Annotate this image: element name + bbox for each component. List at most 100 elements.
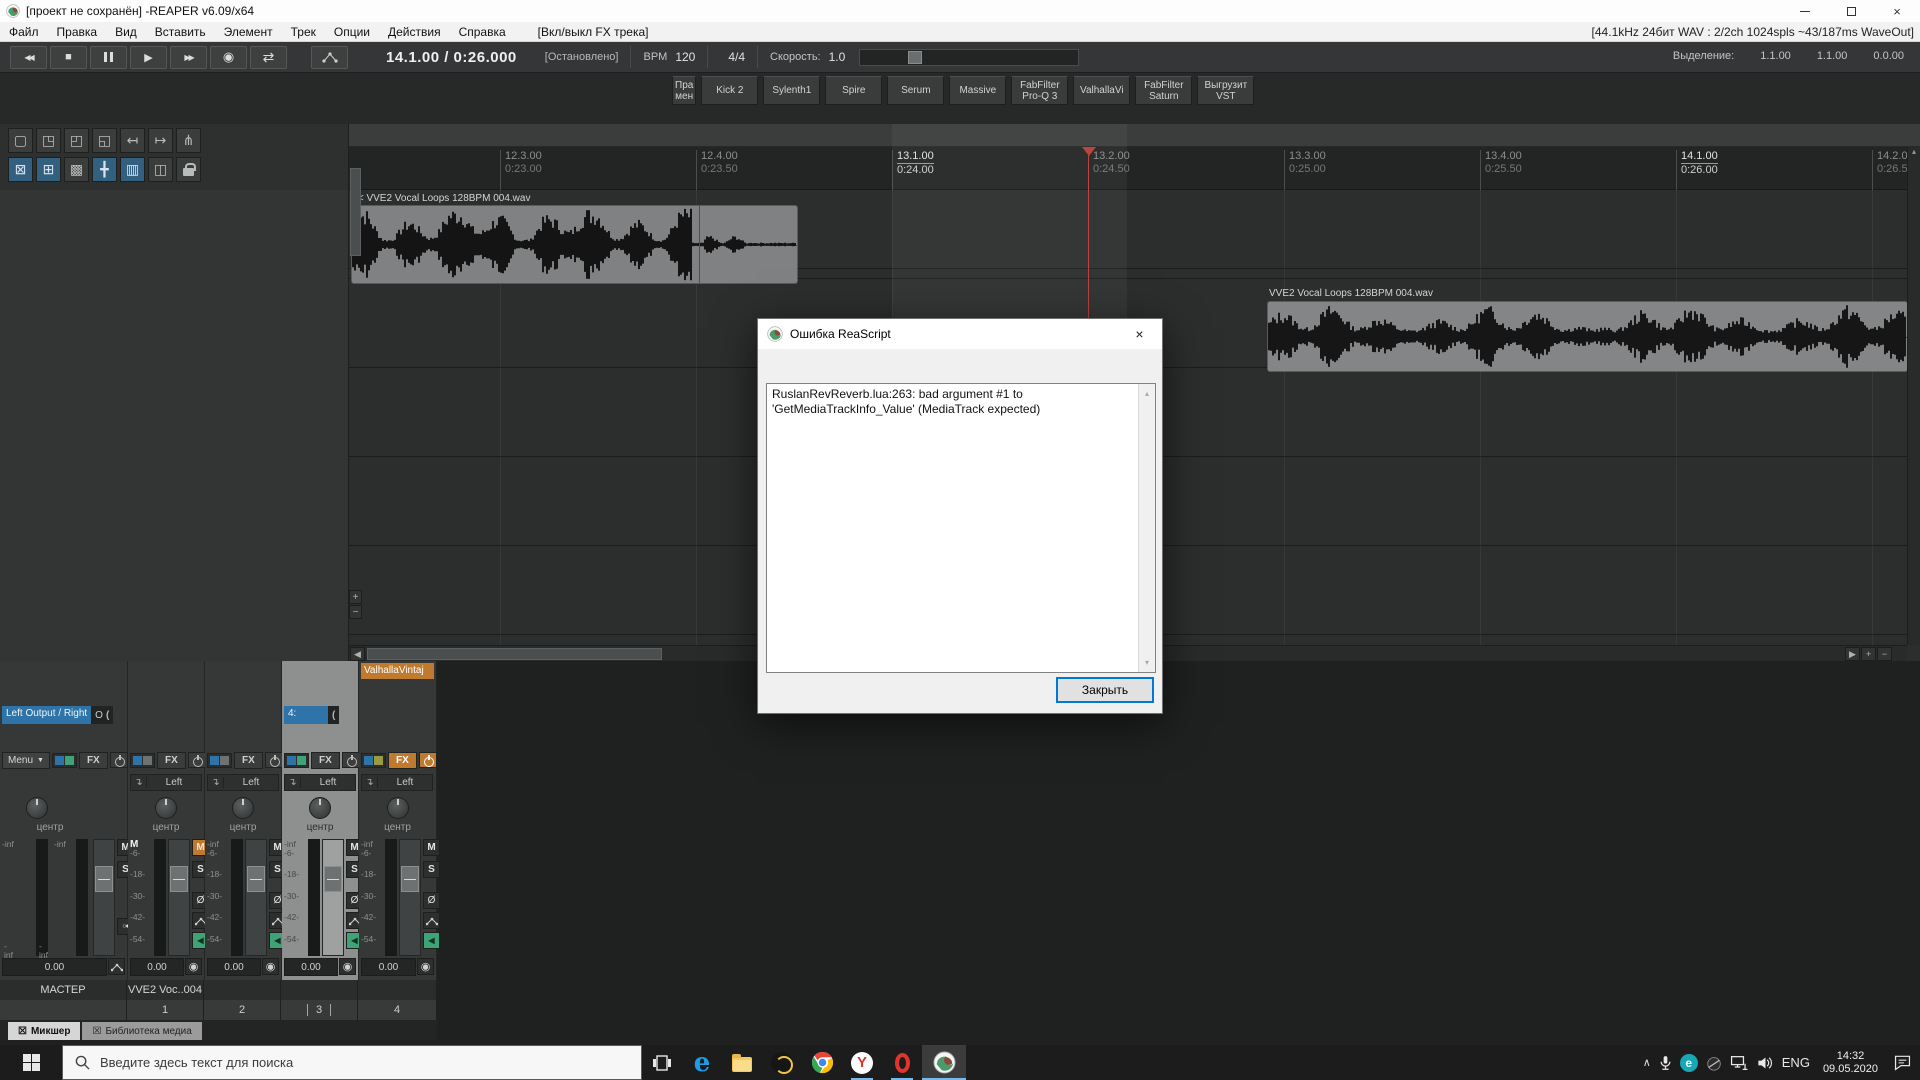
- bpm-value[interactable]: 120: [675, 50, 695, 64]
- taskbar-app-chrome[interactable]: [802, 1045, 842, 1080]
- scroll-up-icon[interactable]: ▴: [1912, 147, 1916, 156]
- toolbar-button-fabfilter-saturn[interactable]: FabFilterSaturn: [1135, 76, 1192, 105]
- menu-edit[interactable]: Правка: [48, 25, 107, 39]
- horizontal-scroll-thumb[interactable]: [367, 648, 662, 660]
- track-color-swatch[interactable]: [284, 753, 309, 768]
- time-signature[interactable]: 4/4: [728, 50, 745, 64]
- taskbar-app-aimp[interactable]: [762, 1045, 802, 1080]
- volume-fader[interactable]: [168, 839, 190, 956]
- master-volume-value[interactable]: 0.00: [2, 958, 107, 976]
- dialog-scrollbar[interactable]: ▴ ▾: [1138, 384, 1155, 672]
- fx-button[interactable]: FX: [157, 752, 186, 769]
- mixer-strip-4[interactable]: ValhallaVintaj FX ↴Left центр -inf-6--18…: [359, 661, 436, 980]
- dialog-close-button[interactable]: ×: [1117, 319, 1162, 349]
- pan-value[interactable]: центр: [205, 822, 281, 833]
- snap-icon[interactable]: ▥: [120, 157, 145, 182]
- maximize-button[interactable]: [1828, 0, 1874, 22]
- taskbar-app-file-explorer[interactable]: [722, 1045, 762, 1080]
- pan-knob[interactable]: [232, 797, 254, 819]
- record-arm-button[interactable]: ◉: [185, 958, 202, 975]
- scroll-left-button[interactable]: ◀: [350, 647, 365, 661]
- fx-power-icon[interactable]: [188, 752, 206, 768]
- taskbar-app-reaper[interactable]: [922, 1045, 966, 1080]
- timeline-ruler[interactable]: 12.3.000:23.00 12.4.000:23.50 13.1.000:2…: [349, 147, 1920, 190]
- fx-power-icon[interactable]: [265, 752, 283, 768]
- vertical-scrollbar[interactable]: ▴: [1907, 147, 1920, 645]
- send-route[interactable]: 4:: [284, 706, 328, 724]
- receive-left[interactable]: ↴Left: [361, 774, 433, 791]
- master-volume-fader[interactable]: [93, 839, 115, 956]
- crossfade-icon[interactable]: ⊠: [8, 157, 33, 182]
- pan-value[interactable]: центр: [359, 822, 436, 833]
- volume-value[interactable]: 0.00: [361, 958, 416, 976]
- rate-slider-thumb[interactable]: [908, 51, 922, 64]
- tab-mixer[interactable]: ☒Микшер: [8, 1022, 80, 1040]
- utility-icon[interactable]: [1705, 1054, 1723, 1072]
- pan-knob[interactable]: [155, 797, 177, 819]
- phase-button[interactable]: Ø: [423, 892, 440, 909]
- tray-expand-icon[interactable]: ∧: [1643, 1056, 1651, 1069]
- menu-help[interactable]: Справка: [450, 25, 515, 39]
- fader-thumb[interactable]: [170, 866, 188, 892]
- toolbar-button-kick2[interactable]: Kick 2: [701, 76, 758, 105]
- menu-fx-toggle[interactable]: [Вкл/выкл FX трека]: [529, 25, 658, 39]
- track-fx-label[interactable]: ValhallaVintaj: [361, 663, 434, 679]
- notifications-icon[interactable]: [1893, 1054, 1912, 1071]
- track-name[interactable]: [281, 980, 358, 1000]
- hzoom-out-button[interactable]: −: [1877, 647, 1892, 661]
- record-arm-button[interactable]: ◉: [417, 958, 434, 975]
- fx-button[interactable]: FX: [234, 752, 263, 769]
- media-item-1[interactable]: [351, 205, 798, 284]
- track-name[interactable]: VVE2 Voc..004: [127, 980, 204, 1000]
- fx-power-icon[interactable]: [419, 752, 437, 768]
- language-indicator[interactable]: ENG: [1782, 1055, 1810, 1070]
- rate-value[interactable]: 1.0: [829, 50, 846, 64]
- menu-view[interactable]: Вид: [106, 25, 146, 39]
- item-grouping-icon[interactable]: ▩: [64, 157, 89, 182]
- fader-thumb[interactable]: [247, 866, 265, 892]
- zoom-in-button[interactable]: +: [349, 590, 362, 604]
- track-color-swatch[interactable]: [130, 753, 155, 768]
- toolbar-button-massive[interactable]: Massive: [949, 76, 1006, 105]
- move-items-icon[interactable]: ╋: [92, 157, 117, 182]
- volume-icon[interactable]: [1756, 1055, 1775, 1071]
- master-pan-knob[interactable]: [26, 797, 48, 819]
- tab-media-explorer[interactable]: ☒Библиотека медиа: [82, 1022, 201, 1040]
- open-project-icon[interactable]: ◳: [36, 128, 61, 153]
- taskbar-app-yandex[interactable]: Y: [842, 1045, 882, 1080]
- vertical-scroll-thumb[interactable]: [350, 168, 361, 256]
- track-name[interactable]: [204, 980, 281, 1000]
- fx-button[interactable]: FX: [311, 752, 340, 769]
- track-number[interactable]: 2: [204, 1000, 281, 1020]
- redo-icon[interactable]: ↦: [148, 128, 173, 153]
- track-color-swatch[interactable]: [361, 753, 386, 768]
- master-output-extra[interactable]: O(: [91, 706, 113, 724]
- playhead-marker[interactable]: [1082, 147, 1096, 156]
- record-arm-button[interactable]: ◉: [339, 958, 356, 975]
- transport-time[interactable]: 14.1.00 / 0:26.000: [386, 49, 517, 66]
- network-icon[interactable]: [1730, 1055, 1749, 1071]
- minimize-button[interactable]: [1782, 0, 1828, 22]
- pan-value[interactable]: центр: [0, 822, 100, 833]
- selection-start[interactable]: 1.1.00: [1760, 50, 1791, 62]
- toolbar-button-pra-men[interactable]: Прамен: [672, 76, 696, 105]
- taskbar-search-input[interactable]: Введите здесь текст для поиска: [62, 1045, 642, 1080]
- volume-value[interactable]: 0.00: [284, 958, 338, 976]
- mixer-menu-button[interactable]: Menu▼: [2, 752, 50, 769]
- taskbar-app-opera[interactable]: [882, 1045, 922, 1080]
- fader-thumb[interactable]: [324, 866, 342, 892]
- mixer-strip-1[interactable]: FX ↴Left центр M-6--18--30--42--54- M S …: [128, 661, 204, 980]
- scroll-right-button[interactable]: ▶: [1845, 647, 1860, 661]
- pan-knob[interactable]: [387, 797, 409, 819]
- fx-button[interactable]: FX: [388, 752, 417, 769]
- master-routing-button[interactable]: [108, 958, 125, 975]
- toolbar-button-unload-vst[interactable]: ВыгрузитVST: [1197, 76, 1254, 105]
- receive-left[interactable]: ↴Left: [207, 774, 279, 791]
- receive-left[interactable]: ↴Left: [284, 774, 356, 791]
- receive-left[interactable]: ↴Left: [130, 774, 202, 791]
- microphone-icon[interactable]: [1658, 1054, 1673, 1072]
- track-color-swatch[interactable]: [52, 753, 77, 768]
- dialog-title-bar[interactable]: Ошибка ReaScript: [758, 319, 1162, 349]
- routing-matrix-icon[interactable]: ⋔: [176, 128, 201, 153]
- volume-fader[interactable]: [322, 839, 344, 956]
